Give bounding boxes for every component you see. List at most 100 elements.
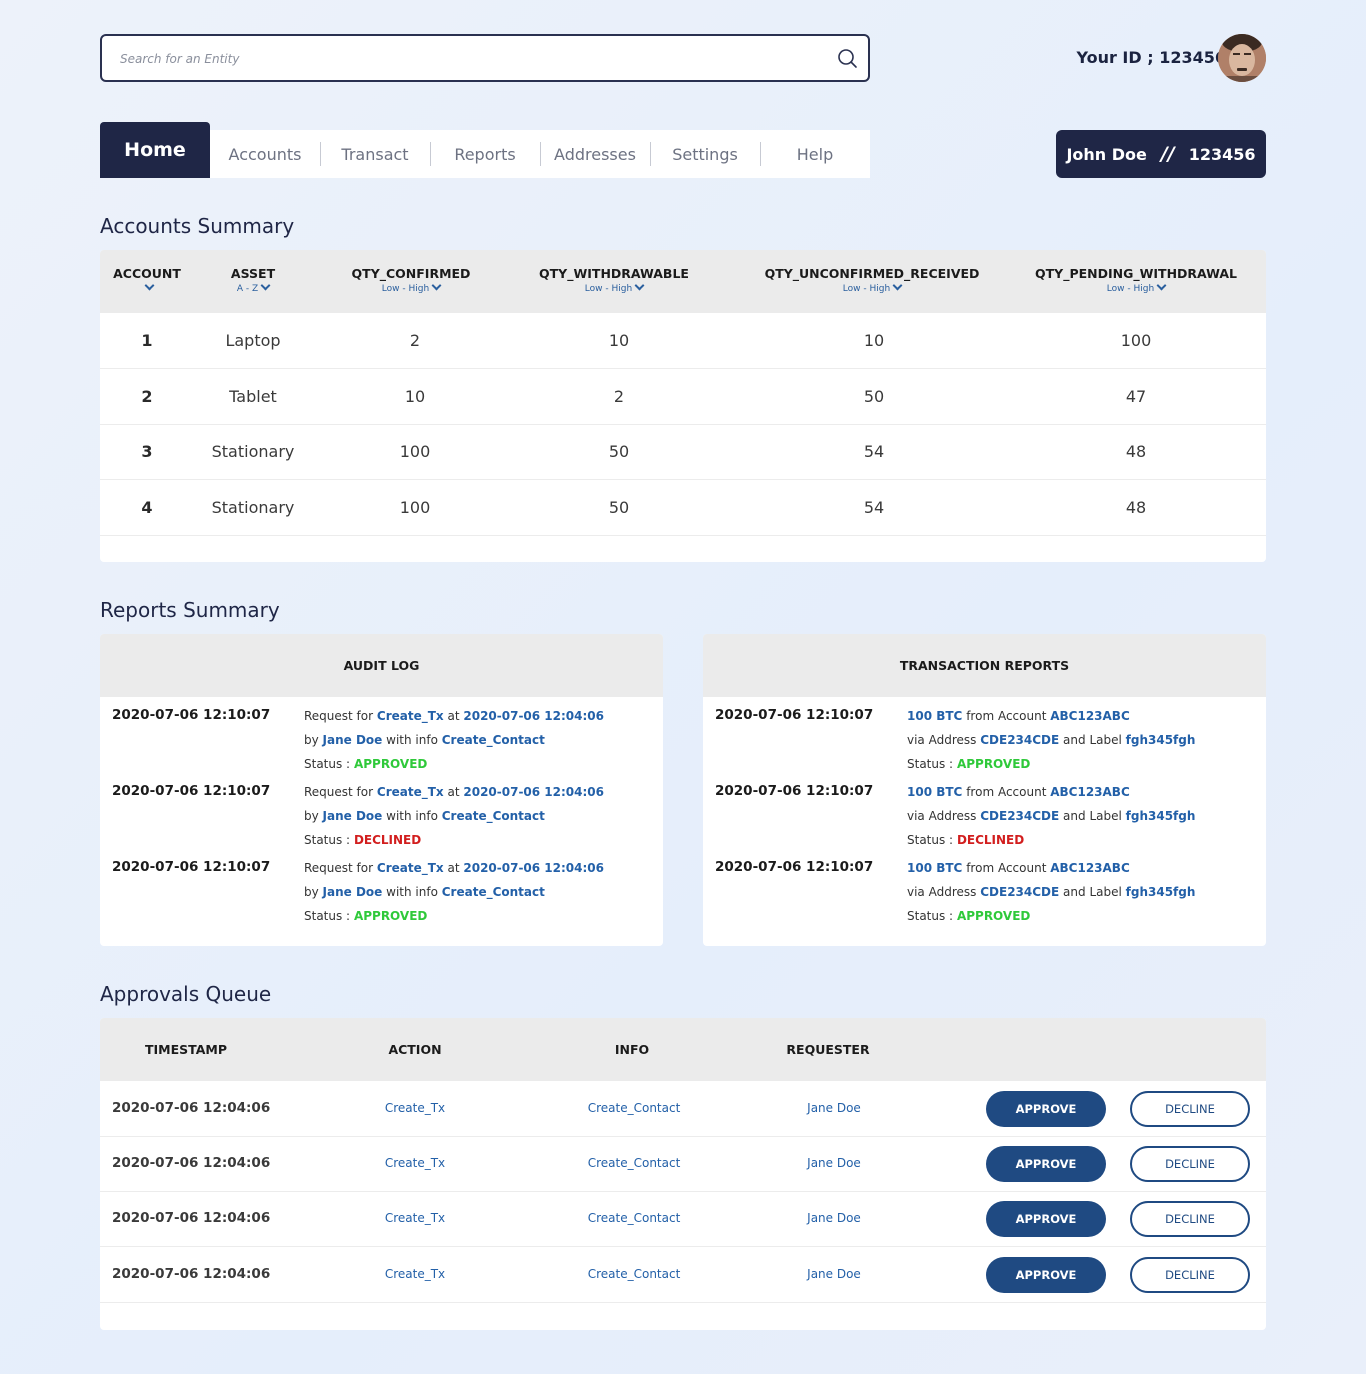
approve-button[interactable]: APPROVE (986, 1257, 1106, 1293)
time-link[interactable]: 2020-07-06 12:04:06 (463, 861, 604, 875)
nav-tab-addresses[interactable]: Addresses (540, 130, 650, 178)
sort-control[interactable]: A - Z (204, 280, 302, 294)
qty-pending-cell: 100 (1120, 331, 1152, 350)
table-row[interactable]: 2020-07-06 12:04:06 Create_Tx Create_Con… (100, 1191, 1266, 1247)
timestamp-cell: 2020-07-06 12:04:06 (112, 1155, 271, 1171)
nav-tab-help[interactable]: Help (760, 130, 870, 178)
sort-control[interactable]: Low - High (1016, 280, 1256, 294)
chevron-down-icon[interactable] (634, 280, 645, 291)
requester-link[interactable]: Jane Doe (774, 1191, 894, 1246)
nav-tab-transact[interactable]: Transact (320, 130, 430, 178)
action-link[interactable]: Create_Tx (377, 861, 444, 875)
chevron-down-icon[interactable] (144, 280, 154, 291)
column-qty-withdrawable[interactable]: QTY_WITHDRAWABLE Low - High (514, 250, 714, 313)
info-link[interactable]: Create_Contact (442, 809, 545, 823)
chevron-down-icon[interactable] (431, 280, 442, 291)
action-link[interactable]: Create_Tx (377, 709, 444, 723)
action-link[interactable]: Create_Tx (355, 1081, 475, 1136)
account-link[interactable]: ABC123ABC (1050, 785, 1130, 799)
text: with info (386, 733, 438, 747)
time-link[interactable]: 2020-07-06 12:04:06 (463, 709, 604, 723)
info-link[interactable]: Create_Contact (564, 1136, 704, 1191)
user-badge[interactable]: John Doe // 123456 (1056, 130, 1266, 178)
column-qty-confirmed[interactable]: QTY_CONFIRMED Low - High (325, 250, 497, 313)
amount-link[interactable]: 100 BTC (907, 785, 962, 799)
asset-cell: Tablet (229, 387, 277, 406)
time-link[interactable]: 2020-07-06 12:04:06 (463, 785, 604, 799)
search-bar[interactable] (100, 34, 870, 82)
column-qty-unconfirmed-received[interactable]: QTY_UNCONFIRMED_RECEIVED Low - High (742, 250, 1002, 313)
requester-link[interactable]: Jane Doe (774, 1136, 894, 1191)
table-row[interactable]: 2020-07-06 12:04:06 Create_Tx Create_Con… (100, 1081, 1266, 1137)
approve-button[interactable]: APPROVE (986, 1201, 1106, 1237)
action-link[interactable]: Create_Tx (355, 1136, 475, 1191)
action-link[interactable]: Create_Tx (377, 785, 444, 799)
decline-button[interactable]: DECLINE (1130, 1201, 1250, 1237)
address-link[interactable]: CDE234CDE (980, 885, 1059, 899)
info-link[interactable]: Create_Contact (442, 885, 545, 899)
label-link[interactable]: fgh345fgh (1126, 733, 1196, 747)
decline-button[interactable]: DECLINE (1130, 1257, 1250, 1293)
address-link[interactable]: CDE234CDE (980, 809, 1059, 823)
action-link[interactable]: Create_Tx (355, 1191, 475, 1246)
info-link[interactable]: Create_Contact (564, 1081, 704, 1136)
status-label: Status : (304, 757, 351, 771)
qty-pending-cell: 47 (1125, 387, 1147, 406)
label-link[interactable]: fgh345fgh (1126, 885, 1196, 899)
search-icon[interactable] (836, 47, 858, 69)
sort-control[interactable]: Low - High (514, 280, 714, 294)
sort-control[interactable]: Low - High (742, 280, 1002, 294)
qty-confirmed-cell: 2 (409, 331, 421, 350)
chevron-down-icon[interactable] (1156, 280, 1167, 291)
user-link[interactable]: Jane Doe (323, 809, 383, 823)
avatar[interactable] (1218, 34, 1266, 82)
nav-tab-reports[interactable]: Reports (430, 130, 540, 178)
user-link[interactable]: Jane Doe (323, 885, 383, 899)
status-badge: APPROVED (353, 757, 428, 771)
sort-label: Low - High (1106, 284, 1155, 294)
account-link[interactable]: ABC123ABC (1050, 861, 1130, 875)
entry-timestamp: 2020-07-06 12:10:07 (112, 859, 271, 875)
sort-label: A - Z (236, 284, 259, 294)
nav-tab-accounts[interactable]: Accounts (210, 130, 320, 178)
requester-link[interactable]: Jane Doe (774, 1247, 894, 1302)
table-row[interactable]: 2020-07-06 12:04:06 Create_Tx Create_Con… (100, 1247, 1266, 1303)
table-row[interactable]: 1 Laptop 2 10 10 100 (100, 313, 1266, 369)
requester-link[interactable]: Jane Doe (774, 1081, 894, 1136)
info-link[interactable]: Create_Contact (564, 1191, 704, 1246)
search-input[interactable] (120, 48, 820, 70)
nav-tab-home[interactable]: Home (100, 122, 210, 178)
table-row[interactable]: 2020-07-06 12:04:06 Create_Tx Create_Con… (100, 1136, 1266, 1192)
status-badge: APPROVED (956, 757, 1031, 771)
chevron-down-icon[interactable] (260, 280, 271, 291)
approve-button[interactable]: APPROVE (986, 1091, 1106, 1127)
user-link[interactable]: Jane Doe (323, 733, 383, 747)
decline-button[interactable]: DECLINE (1130, 1091, 1250, 1127)
nav-tab-settings[interactable]: Settings (650, 130, 760, 178)
accounts-summary-title: Accounts Summary (100, 214, 295, 238)
asset-cell: Laptop (225, 331, 281, 350)
account-link[interactable]: ABC123ABC (1050, 709, 1130, 723)
sort-label: Low - High (584, 284, 633, 294)
column-qty-pending-withdrawal[interactable]: QTY_PENDING_WITHDRAWAL Low - High (1016, 250, 1256, 313)
table-row[interactable]: 4 Stationary 100 50 54 48 (100, 480, 1266, 536)
column-asset[interactable]: ASSET A - Z (204, 250, 302, 313)
info-link[interactable]: Create_Contact (442, 733, 545, 747)
label-link[interactable]: fgh345fgh (1126, 809, 1196, 823)
table-row[interactable]: 3 Stationary 100 50 54 48 (100, 424, 1266, 480)
qty-withdrawable-cell: 10 (608, 331, 630, 350)
approve-button[interactable]: APPROVE (986, 1146, 1106, 1182)
sort-control[interactable] (100, 280, 194, 294)
sort-control[interactable]: Low - High (325, 280, 497, 294)
amount-link[interactable]: 100 BTC (907, 709, 962, 723)
column-label: QTY_PENDING_WITHDRAWAL (1034, 266, 1238, 281)
info-link[interactable]: Create_Contact (564, 1247, 704, 1302)
action-link[interactable]: Create_Tx (355, 1247, 475, 1302)
chevron-down-icon[interactable] (892, 280, 903, 291)
qty-unconfirmed-cell: 50 (863, 387, 885, 406)
decline-button[interactable]: DECLINE (1130, 1146, 1250, 1182)
address-link[interactable]: CDE234CDE (980, 733, 1059, 747)
table-row[interactable]: 2 Tablet 10 2 50 47 (100, 369, 1266, 425)
column-account[interactable]: ACCOUNT (100, 250, 194, 313)
amount-link[interactable]: 100 BTC (907, 861, 962, 875)
